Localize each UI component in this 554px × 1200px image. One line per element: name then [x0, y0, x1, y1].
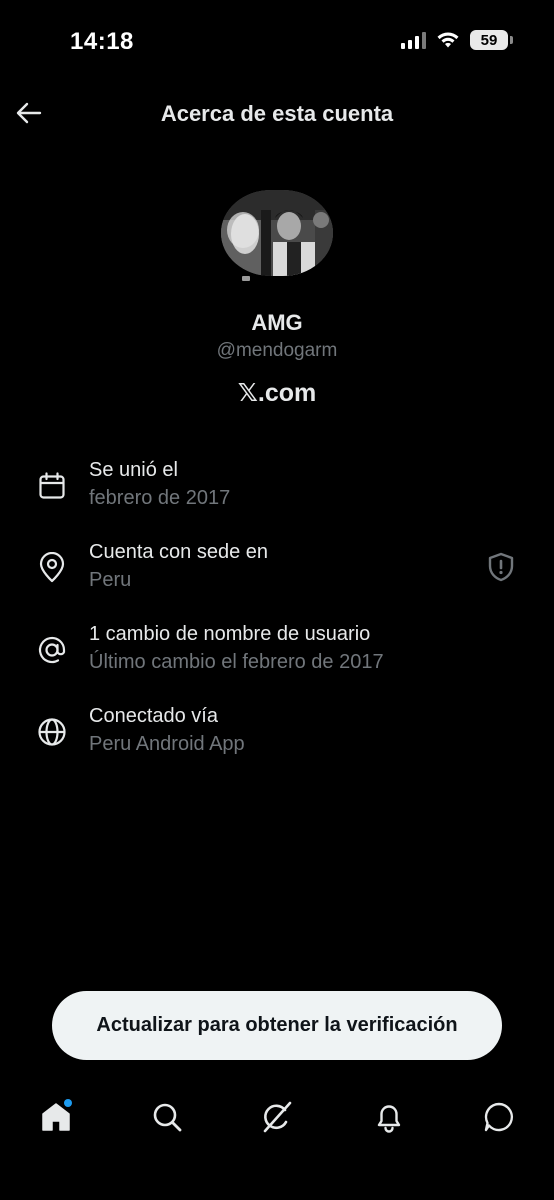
avatar-photo	[221, 190, 333, 276]
username-handle: @mendogarm	[216, 340, 338, 361]
avatar-indicator	[242, 276, 250, 281]
bell-icon	[377, 1105, 401, 1133]
nav-notifications[interactable]	[369, 1097, 409, 1137]
battery-icon: 59	[470, 30, 513, 50]
status-time: 14:18	[70, 28, 134, 55]
header: Acerca de esta cuenta	[0, 84, 554, 144]
status-icons: 59	[401, 30, 513, 50]
avatar	[221, 190, 333, 276]
info-text: Cuenta con sede en Peru	[89, 538, 268, 594]
info-row-joined: Se unió el febrero de 2017	[0, 456, 554, 526]
info-title: Cuenta con sede en	[89, 541, 269, 563]
location-pin-icon	[36, 552, 68, 584]
battery-level: 59	[480, 31, 498, 49]
notification-dot	[64, 1099, 72, 1107]
page-title: Acerca de esta cuenta	[160, 101, 394, 126]
shield-alert-icon[interactable]	[486, 552, 516, 582]
at-sign-icon	[36, 634, 68, 666]
nav-messages[interactable]	[479, 1097, 519, 1137]
calendar-icon	[36, 470, 68, 502]
nav-grok[interactable]	[257, 1097, 297, 1137]
info-title: Conectado vía	[89, 705, 218, 727]
info-text: Conectado vía Peru Android App	[89, 702, 245, 758]
wifi-icon	[437, 32, 459, 48]
get-verified-button[interactable]: Actualizar para obtener la verificación	[52, 991, 502, 1060]
status-bar: 14:18 59	[0, 0, 554, 84]
info-subtitle: Peru	[89, 569, 132, 591]
display-name: AMG	[251, 310, 303, 335]
info-row-username-changes: 1 cambio de nombre de usuario Último cam…	[0, 620, 554, 690]
search-icon	[153, 1103, 182, 1132]
signal-icon	[401, 31, 426, 49]
grok-icon	[263, 1101, 292, 1133]
info-subtitle: Peru Android App	[89, 733, 245, 755]
globe-icon	[36, 716, 68, 748]
nav-search[interactable]	[147, 1097, 187, 1137]
bottom-nav	[0, 1085, 554, 1149]
info-text: 1 cambio de nombre de usuario Último cam…	[89, 620, 384, 676]
info-row-connected-via: Conectado vía Peru Android App	[0, 702, 554, 772]
info-subtitle: febrero de 2017	[89, 487, 231, 509]
nav-home[interactable]	[36, 1097, 76, 1137]
info-subtitle: Último cambio el febrero de 2017	[89, 651, 384, 673]
platform-label: 𝕏.com	[237, 379, 317, 407]
info-title: Se unió el	[89, 459, 178, 481]
info-row-location: Cuenta con sede en Peru	[0, 538, 554, 608]
screen: 14:18 59 Acerca de esta cuenta AMG @mend…	[0, 0, 554, 1200]
info-text: Se unió el febrero de 2017	[89, 456, 230, 512]
messages-icon	[484, 1102, 514, 1132]
info-title: 1 cambio de nombre de usuario	[89, 623, 371, 645]
